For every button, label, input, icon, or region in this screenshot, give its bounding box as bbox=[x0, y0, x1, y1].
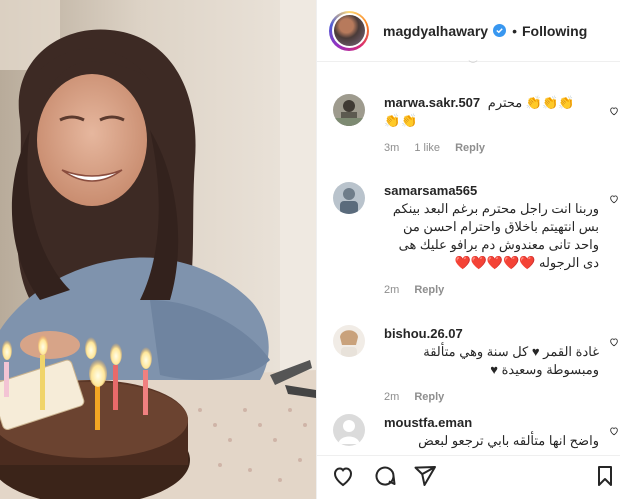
heart-icon[interactable] bbox=[609, 337, 619, 347]
heart-icon[interactable] bbox=[331, 464, 357, 490]
comment-meta: 2m Reply bbox=[384, 281, 599, 299]
comment-username[interactable]: bishou.26.07 bbox=[384, 326, 463, 341]
post-header: magdyalhawary • Following bbox=[317, 0, 620, 62]
commenter-avatar[interactable] bbox=[333, 325, 365, 357]
comment-username[interactable]: moustfa.eman bbox=[384, 415, 472, 430]
commenter-avatar[interactable] bbox=[333, 182, 365, 214]
comment-time[interactable]: 2m bbox=[384, 284, 399, 296]
reply-button[interactable]: Reply bbox=[414, 391, 444, 403]
comment-text: واضح انها متألقه بابي ترجعو لبعض bbox=[418, 433, 599, 448]
scroll-indicator: ︶ bbox=[468, 60, 478, 70]
share-icon[interactable] bbox=[413, 464, 439, 490]
comment-text: وربنا انت راجل محترم برغم البعد بينكم بس… bbox=[392, 201, 599, 270]
post-actions-bar bbox=[317, 455, 620, 499]
comment-text: محترم 👏👏👏 bbox=[487, 95, 575, 110]
post-side-panel: magdyalhawary • Following ︶ marwa.sakr.5… bbox=[316, 0, 620, 499]
reply-button[interactable]: Reply bbox=[455, 142, 485, 154]
bookmark-icon[interactable] bbox=[593, 464, 619, 490]
birthday-photo-illustration bbox=[0, 0, 316, 499]
commenter-avatar[interactable] bbox=[333, 414, 365, 446]
comment-username[interactable]: samarsama565 bbox=[384, 183, 477, 198]
heart-icon[interactable] bbox=[609, 426, 619, 436]
comment-icon[interactable] bbox=[373, 464, 399, 490]
comment-meta: 2m Reply bbox=[384, 388, 599, 406]
heart-icon[interactable] bbox=[609, 106, 619, 116]
heart-icon[interactable] bbox=[609, 194, 619, 204]
author-username[interactable]: magdyalhawary bbox=[383, 23, 488, 39]
verified-badge-icon bbox=[493, 24, 507, 37]
following-button[interactable]: Following bbox=[522, 23, 587, 39]
comment-username[interactable]: marwa.sakr.507 bbox=[384, 95, 480, 110]
comment-likes[interactable]: 1 like bbox=[414, 142, 440, 154]
reply-button[interactable]: Reply bbox=[414, 284, 444, 296]
comment-text-continued: 👏👏 bbox=[384, 113, 419, 128]
comment-text: غادة القمر ♥ كل سنة وهي متألقة ومبسوطة و… bbox=[423, 344, 599, 377]
comments-list: marwa.sakr.507 محترم 👏👏👏 👏👏 3m 1 like Re… bbox=[317, 72, 620, 452]
header-separator: • bbox=[512, 22, 517, 39]
comment-meta: 3m 1 like Reply bbox=[384, 139, 599, 157]
comment-time[interactable]: 3m bbox=[384, 142, 399, 154]
comment-time[interactable]: 2m bbox=[384, 391, 399, 403]
post-photo[interactable] bbox=[0, 0, 316, 499]
commenter-avatar[interactable] bbox=[333, 94, 365, 126]
author-avatar[interactable] bbox=[329, 10, 369, 51]
